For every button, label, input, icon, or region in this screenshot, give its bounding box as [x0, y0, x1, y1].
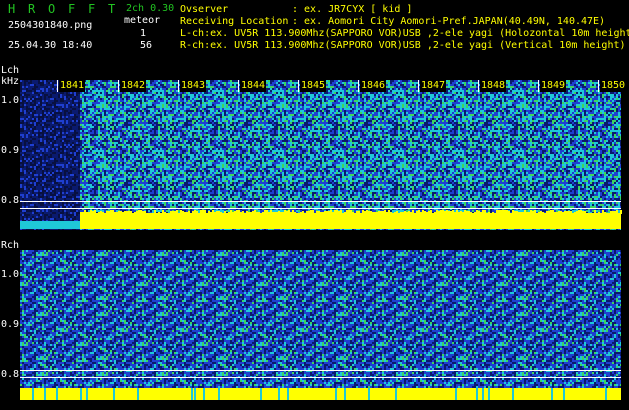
time-tick — [538, 80, 539, 92]
lch-signal-band — [80, 214, 621, 229]
time-tick — [178, 80, 179, 92]
time-label-1844: 1844 — [240, 80, 267, 92]
rch-signal-band — [20, 388, 621, 400]
time-tick — [358, 80, 359, 92]
time-tick — [118, 80, 119, 92]
lch-gridline-0-80 — [20, 201, 621, 202]
time-tick — [238, 80, 239, 92]
time-label-1847: 1847 — [420, 80, 447, 92]
time-tick — [57, 80, 58, 92]
lch-signal-band-early — [20, 221, 80, 229]
time-label-1842: 1842 — [120, 80, 147, 92]
time-label-1845: 1845 — [300, 80, 327, 92]
time-tick — [598, 80, 599, 92]
time-label-1850: 1850 — [600, 80, 627, 92]
lch-spectrogram-dark-segment — [20, 80, 80, 230]
time-label-1846: 1846 — [360, 80, 387, 92]
time-label-1849: 1849 — [540, 80, 567, 92]
lch-spectrogram-noise — [80, 80, 621, 230]
hrofft-window: H R O F F T 2504301840.png 25.04.30 18:4… — [0, 0, 629, 410]
time-tick — [418, 80, 419, 92]
time-label-1841: 1841 — [59, 80, 86, 92]
time-label-1843: 1843 — [180, 80, 207, 92]
spectrogram-graphics — [20, 80, 622, 400]
lch-gridline-0-79 — [20, 208, 621, 209]
rch-gridline-0-79 — [20, 377, 621, 378]
time-tick — [298, 80, 299, 92]
time-label-1848: 1848 — [480, 80, 507, 92]
time-tick — [478, 80, 479, 92]
rch-gridline-0-80 — [20, 370, 621, 371]
